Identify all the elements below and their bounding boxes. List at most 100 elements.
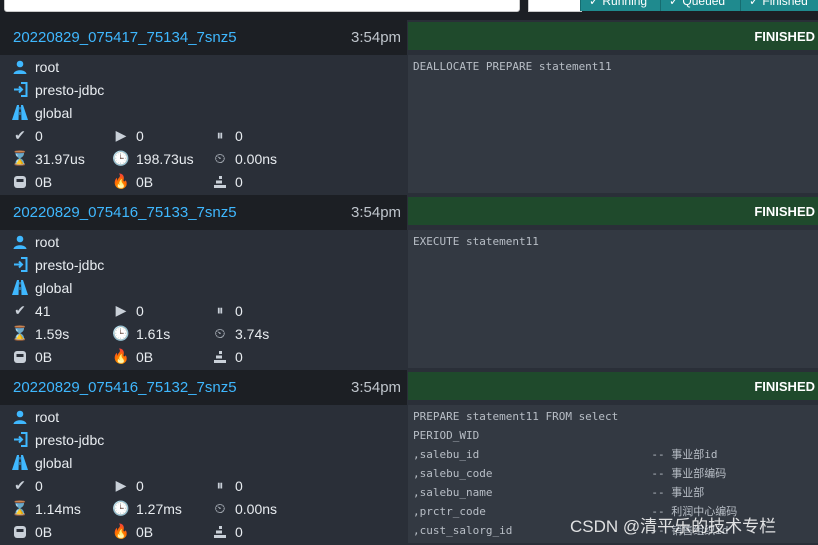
top-toolbar: ✓ Running ✓ Queued ✓ Finished	[0, 0, 818, 20]
resource-group-field: global	[12, 451, 72, 474]
source-field: presto-jdbc	[12, 253, 104, 276]
memory-icon	[12, 349, 28, 365]
query-progress-bar: FINISHED	[408, 372, 818, 400]
current-memory-value: 0B	[35, 173, 53, 190]
peak-memory-field: 🔥 0B	[112, 345, 154, 368]
search-input[interactable]	[4, 0, 520, 12]
clock-icon: 🕒	[112, 150, 130, 166]
query-card: 20220829_075416_75133_7snz5 3:54pm FINIS…	[0, 195, 818, 368]
user-icon	[12, 59, 28, 75]
sort-select[interactable]	[528, 0, 582, 12]
dashboard-icon: ⏲	[214, 325, 226, 341]
query-state-label: FINISHED	[754, 379, 815, 394]
query-sql: DEALLOCATE PREPARE statement11	[408, 55, 818, 193]
query-header: 20220829_075416_75133_7snz5 3:54pm	[0, 195, 407, 230]
query-header: 20220829_075416_75132_7snz5 3:54pm	[0, 370, 407, 405]
user-field: root	[12, 230, 59, 253]
wall-time-value: 1.14ms	[35, 500, 81, 517]
completed-splits-value: 0	[35, 127, 43, 144]
cumulative-memory-field: 0	[212, 170, 243, 193]
elapsed-time-value: 1.27ms	[136, 500, 182, 517]
queued-splits-value: 0	[235, 477, 243, 494]
query-id-link[interactable]: 20220829_075417_75134_7snz5	[13, 29, 237, 46]
bar-chart-icon	[212, 524, 228, 540]
running-splits-field: ▶ 0	[113, 124, 144, 147]
resource-group-value: global	[35, 279, 73, 296]
queued-splits-field: ⏸ 0	[212, 124, 243, 147]
user-field: root	[12, 405, 59, 428]
completed-splits-field: ✔ 0	[12, 474, 43, 497]
dashboard-icon: ⏲	[214, 500, 226, 516]
sql-line: PERIOD_WID	[413, 429, 480, 442]
memory-icon	[12, 174, 28, 190]
elapsed-time-value: 1.61s	[136, 325, 171, 342]
checkmark-icon: ✔	[14, 127, 26, 143]
resource-group-value: global	[35, 104, 73, 121]
bar-chart-icon	[212, 349, 228, 365]
cumulative-memory-value: 0	[235, 523, 243, 540]
current-memory-field: 0B	[12, 170, 52, 193]
completed-splits-field: ✔ 0	[12, 124, 43, 147]
sql-line: ,salebu_code -- 事业部编码	[413, 467, 727, 480]
query-id-link[interactable]: 20220829_075416_75133_7snz5	[13, 204, 237, 221]
running-splits-field: ▶ 0	[113, 299, 144, 322]
cpu-time-value: 0.00ns	[235, 150, 278, 167]
filter-queued-button[interactable]: ✓ Queued	[660, 0, 740, 11]
filter-finished-button[interactable]: ✓ Finished	[740, 0, 818, 11]
sql-line: DEALLOCATE PREPARE statement11	[413, 60, 612, 73]
wall-time-value: 1.59s	[35, 325, 70, 342]
completed-splits-field: ✔ 41	[12, 299, 50, 322]
fire-icon: 🔥	[112, 523, 130, 539]
completed-splits-value: 0	[35, 477, 43, 494]
running-splits-value: 0	[136, 127, 144, 144]
fire-icon: 🔥	[112, 348, 130, 364]
memory-icon	[12, 524, 28, 540]
query-state-label: FINISHED	[754, 204, 815, 219]
query-header: 20220829_075417_75134_7snz5 3:54pm	[0, 20, 407, 55]
sql-line: ,salebu_name -- 事业部	[413, 486, 705, 499]
query-info: root presto-jdbc global ✔ 0 ▶ 0 ⏸ 0 ⌛ 1.14ms…	[0, 405, 407, 543]
current-memory-value: 0B	[35, 523, 53, 540]
play-icon: ▶	[115, 477, 127, 493]
peak-memory-value: 0B	[136, 348, 154, 365]
cumulative-memory-field: 0	[212, 520, 243, 543]
elapsed-time-field: 🕒 198.73us	[112, 147, 193, 170]
wall-time-field: ⌛ 1.59s	[11, 322, 70, 345]
query-state-label: FINISHED	[754, 29, 815, 44]
queued-splits-value: 0	[235, 127, 243, 144]
sql-line: EXECUTE statement11	[413, 235, 539, 248]
peak-memory-value: 0B	[136, 523, 154, 540]
login-icon	[12, 82, 28, 98]
queued-splits-field: ⏸ 0	[212, 474, 243, 497]
current-memory-value: 0B	[35, 348, 53, 365]
play-icon: ▶	[115, 302, 127, 318]
cpu-time-field: ⏲ 3.74s	[212, 322, 270, 345]
user-icon	[12, 409, 28, 425]
clock-icon: 🕒	[112, 325, 130, 341]
query-sql: EXECUTE statement11	[408, 230, 818, 368]
login-icon	[12, 432, 28, 448]
hourglass-icon: ⌛	[11, 150, 29, 166]
login-icon	[12, 257, 28, 273]
query-info: root presto-jdbc global ✔ 41 ▶ 0 ⏸ 0 ⌛ 1.59s…	[0, 230, 407, 368]
user-field: root	[12, 55, 59, 78]
checkmark-icon: ✔	[14, 302, 26, 318]
sql-line: ,salebu_id -- 事业部id	[413, 448, 718, 461]
peak-memory-value: 0B	[136, 173, 154, 190]
resource-group-value: global	[35, 454, 73, 471]
peak-memory-field: 🔥 0B	[112, 520, 154, 543]
running-splits-value: 0	[136, 302, 144, 319]
peak-memory-field: 🔥 0B	[112, 170, 154, 193]
cumulative-memory-field: 0	[212, 345, 243, 368]
running-splits-field: ▶ 0	[113, 474, 144, 497]
road-icon	[12, 280, 28, 296]
hourglass-icon: ⌛	[11, 325, 29, 341]
filter-running-button[interactable]: ✓ Running	[580, 0, 660, 11]
sql-line: PREPARE statement11 FROM select	[413, 410, 619, 423]
wall-time-value: 31.97us	[35, 150, 85, 167]
current-memory-field: 0B	[12, 345, 52, 368]
query-id-link[interactable]: 20220829_075416_75132_7snz5	[13, 379, 237, 396]
source-value: presto-jdbc	[35, 431, 105, 448]
watermark: CSDN @清平乐的技术专栏	[570, 517, 777, 536]
resource-group-field: global	[12, 276, 72, 299]
